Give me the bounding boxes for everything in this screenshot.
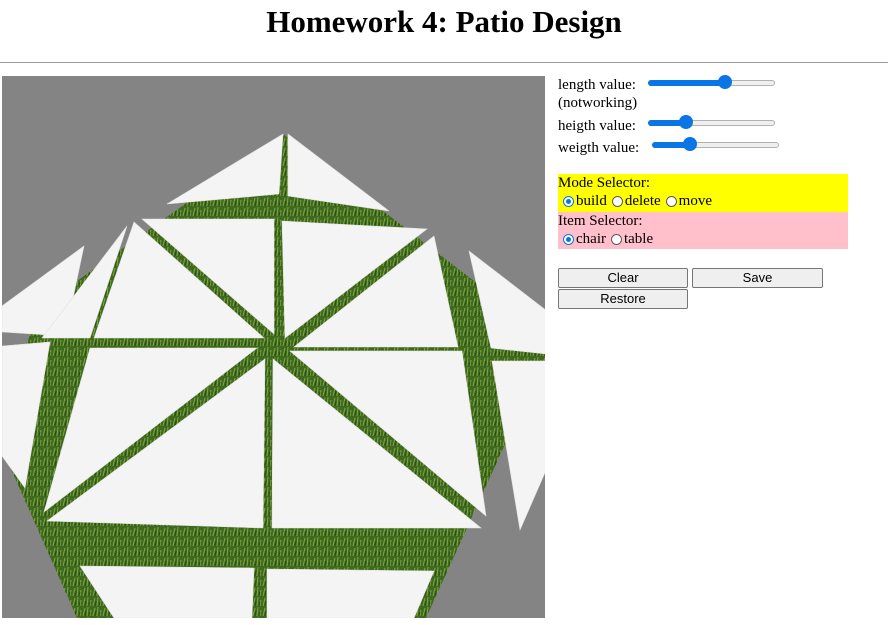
page-title: Homework 4: Patio Design: [266, 4, 622, 39]
item-table-option[interactable]: table: [610, 230, 653, 248]
mode-move-label: move: [678, 193, 712, 209]
weigth-slider-thumb[interactable]: [682, 137, 697, 151]
item-table-radio[interactable]: [610, 233, 622, 245]
mode-build-label: build: [576, 193, 607, 209]
mode-build-option[interactable]: build: [562, 192, 607, 210]
item-table-label: table: [623, 231, 654, 247]
length-slider-fill: [648, 80, 726, 86]
tile-bottom-right: [266, 568, 435, 618]
item-chair-label: chair: [576, 231, 606, 247]
item-selector-panel: Item Selector: chair table: [558, 212, 848, 249]
clear-button[interactable]: Clear: [558, 268, 688, 288]
length-note: (notworking): [558, 95, 638, 111]
tile-top-left: [166, 133, 284, 205]
mode-build-radio[interactable]: [563, 195, 574, 207]
patio-canvas[interactable]: [2, 76, 545, 618]
length-label: length value:: [558, 77, 636, 93]
mode-selector-label: Mode Selector:: [558, 175, 651, 191]
mode-delete-radio[interactable]: [611, 195, 623, 207]
restore-button[interactable]: Restore: [558, 289, 688, 309]
item-chair-radio[interactable]: [563, 233, 574, 245]
mode-move-option[interactable]: move: [665, 192, 712, 210]
heigth-slider[interactable]: [648, 115, 775, 129]
title-divider: [0, 62, 888, 63]
length-slider-thumb[interactable]: [718, 75, 733, 89]
item-selector-label: Item Selector:: [558, 213, 643, 229]
weigth-slider[interactable]: [652, 137, 779, 151]
patio-scene: [2, 133, 545, 618]
mode-delete-label: delete: [624, 193, 661, 209]
item-chair-option[interactable]: chair: [562, 230, 606, 248]
mode-selector-panel: Mode Selector: build delete move: [558, 174, 848, 212]
weigth-label: weigth value:: [558, 140, 640, 156]
heigth-slider-thumb[interactable]: [678, 115, 693, 129]
save-button[interactable]: Save: [692, 268, 823, 288]
length-slider[interactable]: [648, 75, 775, 89]
mode-delete-option[interactable]: delete: [611, 192, 661, 210]
mode-move-radio[interactable]: [665, 195, 677, 207]
heigth-label: heigth value:: [558, 118, 636, 134]
